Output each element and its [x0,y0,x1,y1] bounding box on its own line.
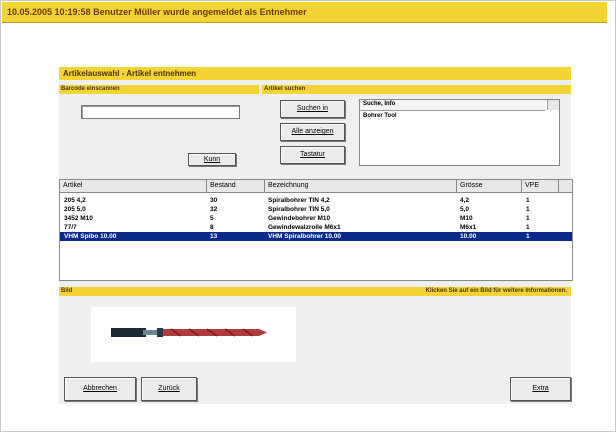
cancel-button[interactable]: Abbrechen [64,377,136,401]
keyboard-button[interactable]: Tastatur [280,146,345,164]
table-row[interactable]: 3452 M10 5 Gewindebohrer M10 M10 1 [60,214,572,223]
barcode-section-header: Barcode einscannen [59,85,259,94]
panel-title-bar: Artikelauswahl - Artikel entnehmen [59,67,571,80]
barcode-input[interactable] [81,105,240,119]
search-results-scrollbar[interactable] [547,100,559,110]
column-artikel[interactable]: Artikel [60,180,207,192]
table-row-selected[interactable]: VHM Spibo 10.00 13 VHM Spiralbohrer 10.0… [60,232,572,241]
search-results-box[interactable]: Suche, Info Bohrer Tool [359,99,560,166]
drill-bit-icon [111,328,267,337]
column-bestand[interactable]: Bestand [207,180,265,192]
back-button[interactable]: Zurück [141,377,197,401]
image-section-hint: Klicken Sie auf ein Bild für weitere Inf… [425,288,567,294]
search-results-header: Suche, Info [360,100,545,111]
table-row[interactable]: 205 5,0 32 Spiralbohrer TIN 5,0 5,0 1 [60,205,572,214]
column-vpe[interactable]: VPE [522,180,559,192]
show-all-button[interactable]: Alle anzeigen [280,123,345,141]
search-in-button[interactable]: Suchen in [280,100,345,118]
table-header: Artikel Bestand Bezeichnung Grösse VPE [60,180,572,193]
panel-title: Artikelauswahl - Artikel entnehmen [63,69,197,78]
column-scroll-corner [559,180,571,192]
article-table: Artikel Bestand Bezeichnung Grösse VPE 2… [59,179,573,281]
table-row[interactable]: 77/7 8 Gewindewalzrolle M6x1 M6x1 1 [60,223,572,232]
search-section-header: Artikel suchen [262,85,571,94]
extra-button[interactable]: Extra [510,377,571,401]
status-bar: 10.05.2005 10:19:58 Benutzer Müller wurd… [2,2,607,23]
image-section-header: Bild Klicken Sie auf ein Bild für weiter… [59,287,571,296]
search-results-line: Bohrer Tool [363,113,397,119]
product-image-area[interactable] [91,307,296,362]
app-window: 10.05.2005 10:19:58 Benutzer Müller wurd… [0,0,616,432]
table-row[interactable]: 205 4,2 30 Spiralbohrer TIN 4,2 4,2 1 [60,196,572,205]
status-text: 10.05.2005 10:19:58 Benutzer Müller wurd… [7,7,307,17]
column-bezeichnung[interactable]: Bezeichnung [265,180,457,192]
barcode-ok-button[interactable]: Kunn [188,153,236,166]
column-groesse[interactable]: Grösse [457,180,522,192]
